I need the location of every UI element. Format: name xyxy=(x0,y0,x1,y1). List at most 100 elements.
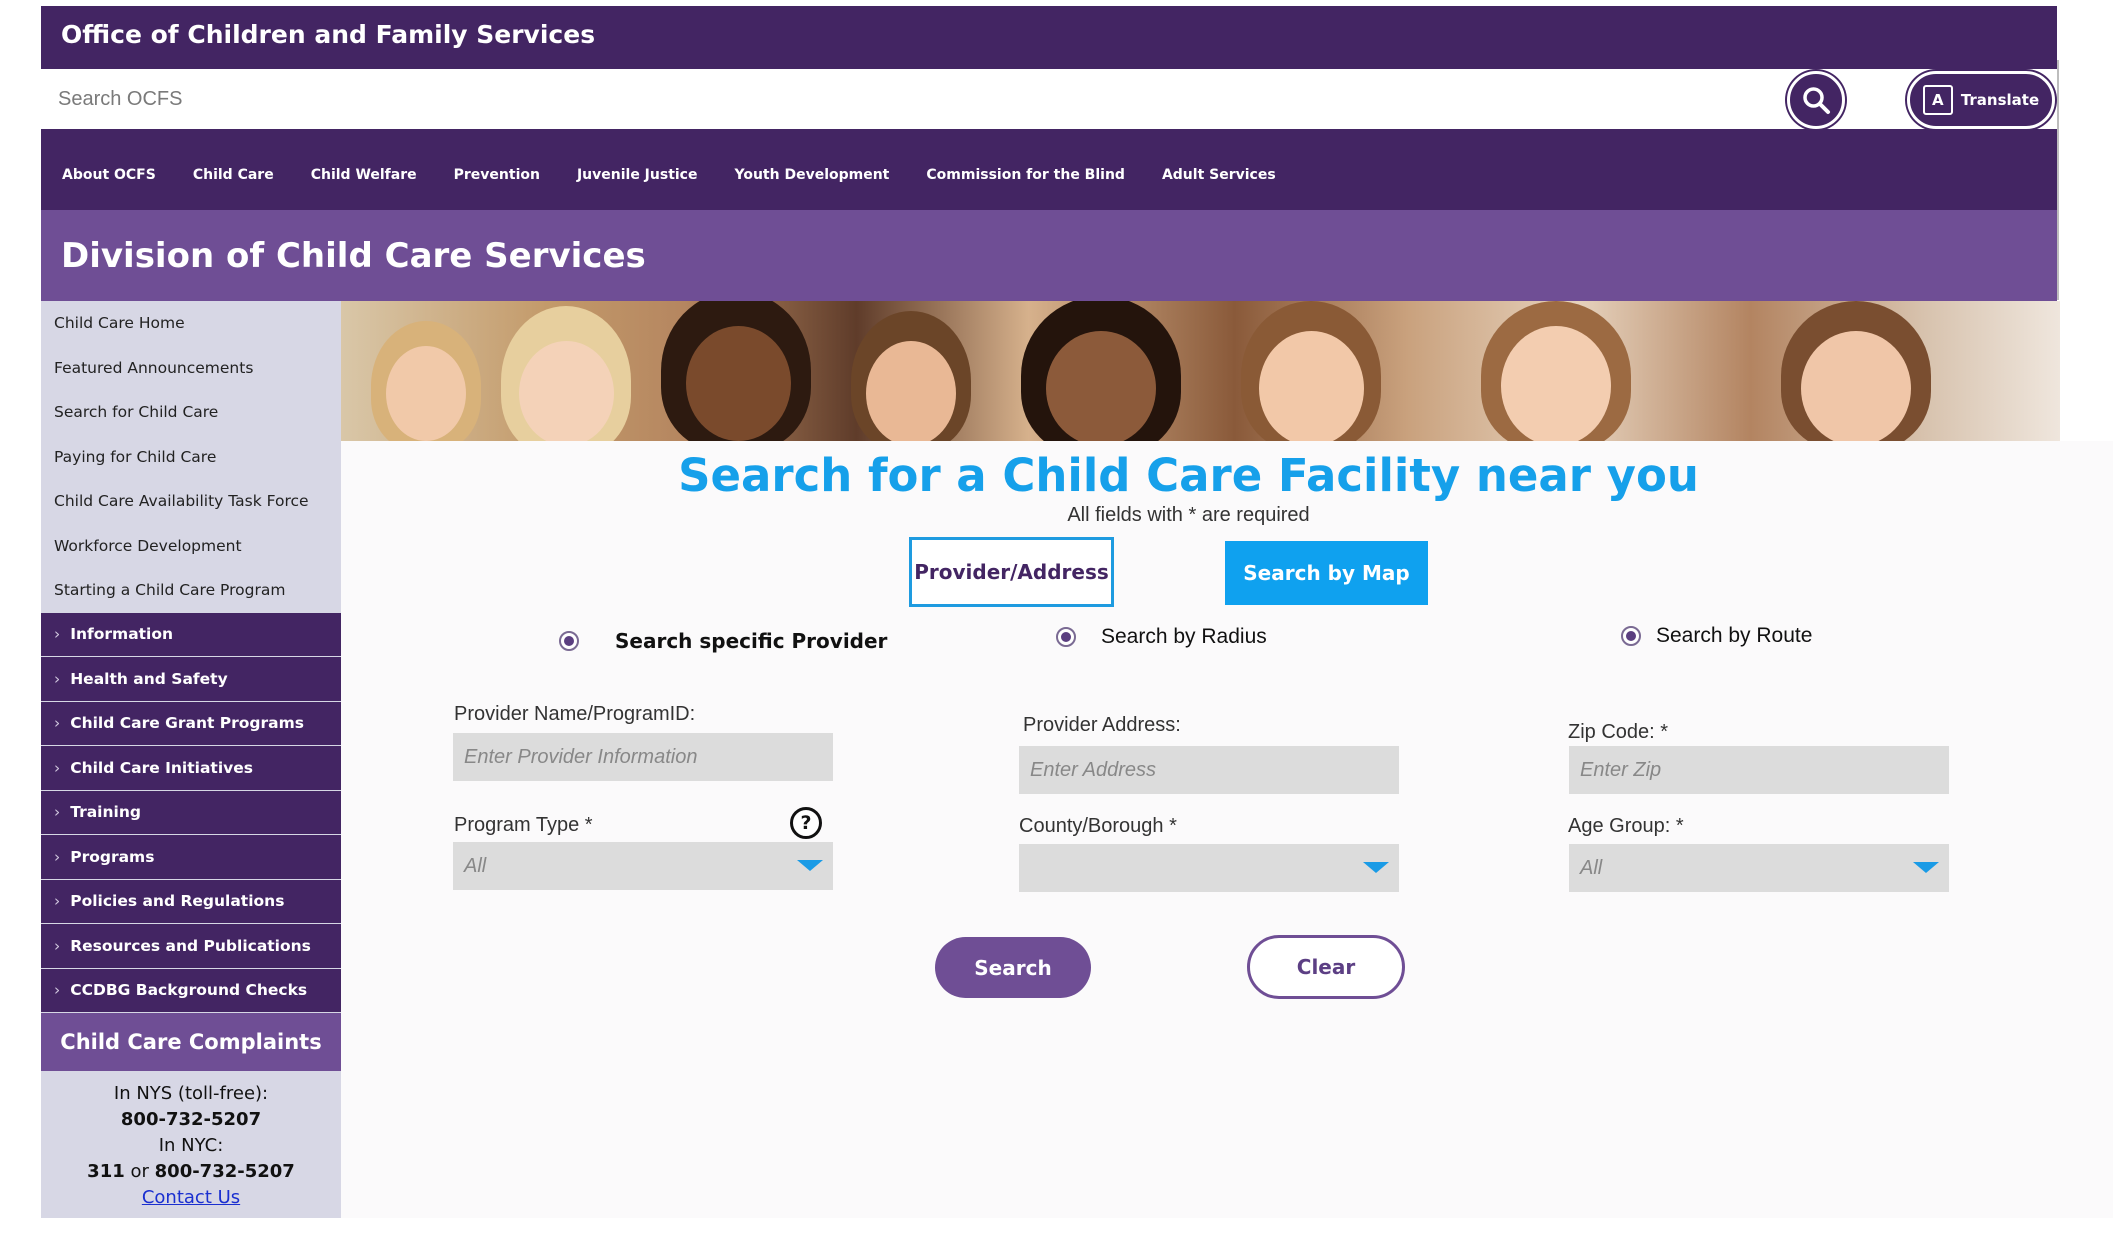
county-borough-label: County/Borough * xyxy=(1019,815,1177,837)
sidebar-section-ccdbg[interactable]: › CCDBG Background Checks xyxy=(41,968,341,1013)
nyc-311: 311 xyxy=(87,1161,125,1182)
main-navigation: About OCFS Child Care Child Welfare Prev… xyxy=(41,129,2057,210)
nys-label: In NYS (toll-free): xyxy=(113,1083,269,1104)
provider-address-label: Provider Address: xyxy=(1023,714,1181,736)
age-group-label: Age Group: * xyxy=(1568,815,1684,837)
sidebar-link-featured-announcements[interactable]: Featured Announcements xyxy=(41,346,341,391)
chevron-right-icon: › xyxy=(54,803,61,822)
county-borough-select[interactable] xyxy=(1019,844,1399,892)
zip-code-label: Zip Code: * xyxy=(1568,721,1669,743)
chevron-right-icon: › xyxy=(54,625,61,644)
dropdown-caret-icon xyxy=(1363,862,1389,873)
sidebar-section-information[interactable]: › Information xyxy=(41,612,341,657)
chevron-right-icon: › xyxy=(54,847,61,866)
nav-item-child-welfare[interactable]: Child Welfare xyxy=(311,167,417,183)
chevron-right-icon: › xyxy=(54,669,61,688)
sidebar-section-policies[interactable]: › Policies and Regulations xyxy=(41,879,341,924)
sidebar-section-training[interactable]: › Training xyxy=(41,790,341,835)
clear-button[interactable]: Clear xyxy=(1247,935,1405,999)
tab-provider-address[interactable]: Provider/Address xyxy=(909,537,1114,607)
tab-search-by-map[interactable]: Search by Map xyxy=(1225,541,1428,605)
nav-item-prevention[interactable]: Prevention xyxy=(454,167,540,183)
help-question-icon[interactable]: ? xyxy=(790,807,822,839)
sidebar-section-label: Policies and Regulations xyxy=(70,892,285,911)
search-icon xyxy=(1803,87,1830,114)
hero-image-children xyxy=(341,301,2060,441)
age-group-value: All xyxy=(1580,856,1603,879)
page-title: Search for a Child Care Facility near yo… xyxy=(678,449,1699,502)
site-search-input[interactable] xyxy=(41,69,1841,129)
site-search-button[interactable] xyxy=(1787,71,1845,129)
sidebar-section-resources[interactable]: › Resources and Publications xyxy=(41,924,341,969)
zip-code-input[interactable]: Enter Zip xyxy=(1569,746,1949,794)
radio-search-by-radius[interactable]: Search by Radius xyxy=(1056,625,1267,649)
chevron-right-icon: › xyxy=(54,892,61,911)
complaints-title: Child Care Complaints xyxy=(41,1013,341,1071)
sidebar-link-search-for-child-care[interactable]: Search for Child Care xyxy=(41,390,341,435)
search-button[interactable]: Search xyxy=(935,937,1091,998)
radio-label: Search by Radius xyxy=(1101,625,1267,648)
radio-label: Search specific Provider xyxy=(615,629,888,653)
sidebar-link-workforce-development[interactable]: Workforce Development xyxy=(41,524,341,569)
contact-us-link[interactable]: Contact Us xyxy=(142,1187,240,1208)
radio-indicator[interactable] xyxy=(1056,627,1076,647)
age-group-select[interactable]: All xyxy=(1569,844,1949,892)
dropdown-caret-icon xyxy=(1913,862,1939,873)
nav-item-child-care[interactable]: Child Care xyxy=(193,167,274,183)
site-search-bar: A Translate xyxy=(41,69,2057,129)
search-main: Search for a Child Care Facility near yo… xyxy=(341,441,2113,1218)
chevron-right-icon: › xyxy=(54,936,61,955)
chevron-right-icon: › xyxy=(54,981,61,1000)
translate-icon: A xyxy=(1922,85,1953,115)
sidebar-section-label: Health and Safety xyxy=(70,669,228,688)
sidebar-section-grant-programs[interactable]: › Child Care Grant Programs xyxy=(41,701,341,746)
division-title: Division of Child Care Services xyxy=(61,236,646,276)
sidebar-section-label: Training xyxy=(70,803,141,822)
sidebar-section-label: Child Care Initiatives xyxy=(70,758,253,777)
sidebar-link-availability-task-force[interactable]: Child Care Availability Task Force xyxy=(41,479,341,524)
radio-indicator[interactable] xyxy=(1621,626,1641,646)
sidebar-section-label: Resources and Publications xyxy=(70,936,311,955)
radio-search-by-route[interactable]: Search by Route xyxy=(1621,624,1812,648)
nav-item-juvenile-justice[interactable]: Juvenile Justice xyxy=(577,167,698,183)
radio-indicator[interactable] xyxy=(559,631,579,651)
nyc-phone-line: 311 or 800-732-5207 xyxy=(41,1159,341,1185)
scrollbar-edge xyxy=(2057,60,2059,300)
radio-label: Search by Route xyxy=(1656,624,1813,647)
nys-phone: 800-732-5207 xyxy=(120,1109,262,1130)
sidebar-section-label: Information xyxy=(70,625,174,644)
program-type-select[interactable]: All xyxy=(453,842,833,890)
nav-item-adult-services[interactable]: Adult Services xyxy=(1162,167,1276,183)
chevron-right-icon: › xyxy=(54,714,61,733)
agency-name[interactable]: Office of Children and Family Services xyxy=(61,20,595,49)
nav-item-youth-development[interactable]: Youth Development xyxy=(734,167,889,183)
sidebar-section-programs[interactable]: › Programs xyxy=(41,835,341,880)
provider-name-input[interactable]: Enter Provider Information xyxy=(453,733,833,781)
sidebar-section-label: Programs xyxy=(70,847,155,866)
sidebar-link-child-care-home[interactable]: Child Care Home xyxy=(41,301,341,346)
sidebar-section-initiatives[interactable]: › Child Care Initiatives xyxy=(41,746,341,791)
translate-button[interactable]: A Translate xyxy=(1907,71,2055,129)
complaints-info: In NYS (toll-free): 800-732-5207 In NYC:… xyxy=(41,1071,341,1211)
division-banner: Division of Child Care Services xyxy=(41,210,2057,301)
nav-item-about-ocfs[interactable]: About OCFS xyxy=(62,167,156,183)
provider-address-input[interactable]: Enter Address xyxy=(1019,746,1399,794)
nyc-or: or xyxy=(130,1161,149,1182)
required-note: All fields with * are required xyxy=(1067,504,1310,526)
radio-search-specific-provider[interactable]: Search specific Provider xyxy=(559,629,887,653)
sidebar: Child Care Home Featured Announcements S… xyxy=(41,301,341,1218)
page: Office of Children and Family Services A… xyxy=(0,0,2113,1238)
nyc-phone: 800-732-5207 xyxy=(154,1161,295,1182)
translate-label: Translate xyxy=(1960,91,2040,109)
sidebar-section-label: Child Care Grant Programs xyxy=(70,714,305,733)
program-type-label: Program Type * xyxy=(454,814,593,836)
dropdown-caret-icon xyxy=(797,860,823,871)
chevron-right-icon: › xyxy=(54,758,61,777)
sidebar-link-paying-for-child-care[interactable]: Paying for Child Care xyxy=(41,435,341,480)
sidebar-link-starting-a-program[interactable]: Starting a Child Care Program xyxy=(41,568,341,613)
sidebar-section-health-and-safety[interactable]: › Health and Safety xyxy=(41,657,341,702)
program-type-value: All xyxy=(464,854,487,877)
nav-item-commission-for-the-blind[interactable]: Commission for the Blind xyxy=(926,167,1125,183)
provider-name-label: Provider Name/ProgramID: xyxy=(454,703,696,725)
nyc-label: In NYC: xyxy=(158,1135,224,1156)
